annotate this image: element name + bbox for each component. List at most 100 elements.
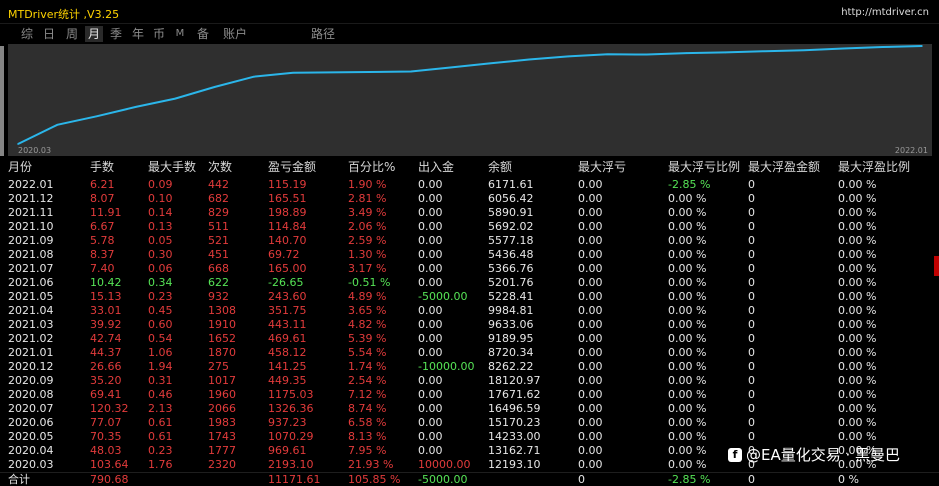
table-row[interactable]: 2021.06 10.42 0.34 622 -26.65 -0.51 % 0.00 5201…: [0, 276, 939, 290]
table-cell: 114.84: [268, 220, 307, 233]
table-cell: 0.00: [418, 430, 443, 443]
table-cell: 0.00 %: [668, 276, 707, 289]
table-cell: 1.74 %: [348, 360, 387, 373]
table-cell: 0.00 %: [668, 248, 707, 261]
table-cell: 0.00 %: [668, 206, 707, 219]
tab-6[interactable]: 币: [150, 26, 168, 42]
column-header[interactable]: 出入金: [418, 160, 454, 174]
table-row[interactable]: 2021.01 44.37 1.06 1870 458.12 5.54 % 0.00 8720…: [0, 346, 939, 360]
table-cell: 622: [208, 276, 229, 289]
column-header[interactable]: 最大浮亏比例: [668, 160, 740, 174]
table-cell: 10000.00: [418, 458, 471, 471]
table-cell: 8.07: [90, 192, 115, 205]
column-header[interactable]: 次数: [208, 160, 232, 174]
table-row[interactable]: 2021.05 15.13 0.23 932 243.60 4.89 % -5000.00 5…: [0, 290, 939, 304]
table-row[interactable]: 2020.12 26.66 1.94 275 141.25 1.74 % -10000.00…: [0, 360, 939, 374]
tab-4[interactable]: 季: [107, 26, 125, 42]
equity-series-line: [17, 45, 923, 145]
column-header[interactable]: 盈亏金额: [268, 160, 316, 174]
table-cell: 2.13: [148, 402, 173, 415]
table-row[interactable]: 2021.04 33.01 0.45 1308 351.75 3.65 % 0.00 9984…: [0, 304, 939, 318]
table-cell: 0.23: [148, 444, 173, 457]
table-cell: 165.00: [268, 262, 307, 275]
table-row[interactable]: 2021.03 39.92 0.60 1910 443.11 4.82 % 0.00 9633…: [0, 318, 939, 332]
table-row[interactable]: 2020.07 120.32 2.13 2066 1326.36 8.74 % 0.00 16…: [0, 402, 939, 416]
table-cell: 39.92: [90, 318, 122, 331]
column-header[interactable]: 百分比%: [348, 160, 395, 174]
tab-9[interactable]: 账户: [218, 26, 252, 42]
facebook-icon: f: [728, 447, 742, 462]
table-cell: 351.75: [268, 304, 307, 317]
table-cell: 1910: [208, 318, 236, 331]
table-row[interactable]: 2021.07 7.40 0.06 668 165.00 3.17 % 0.00 5366.7…: [0, 262, 939, 276]
tab-7[interactable]: M: [174, 26, 186, 42]
table-row[interactable]: 2021.02 42.74 0.54 1652 469.61 5.39 % 0.00 9189…: [0, 332, 939, 346]
table-cell: 0.00 %: [838, 206, 877, 219]
table-row[interactable]: 2021.12 8.07 0.10 682 165.51 2.81 % 0.00 6056.4…: [0, 192, 939, 206]
x-end-label: 2022.01: [895, 146, 928, 155]
equity-point-13: [606, 53, 609, 56]
table-row[interactable]: 2020.05 70.35 0.61 1743 1070.29 8.13 % 0.00 142…: [0, 430, 939, 444]
table-row[interactable]: 2020.09 35.20 0.31 1017 449.35 2.54 % 0.00 1812…: [0, 374, 939, 388]
table-cell: 21.93 %: [348, 458, 394, 471]
table-cell: 0.00: [578, 178, 603, 191]
table-cell: 0.00: [578, 416, 603, 429]
tab-2[interactable]: 周: [63, 26, 81, 42]
table-cell: 0.00 %: [838, 290, 877, 303]
table-cell: 1652: [208, 332, 236, 345]
table-cell: 0.00 %: [668, 388, 707, 401]
table-cell: -10000.00: [418, 360, 475, 373]
tab-5[interactable]: 年: [129, 26, 147, 42]
table-cell: 0.00 %: [838, 262, 877, 275]
table-cell: 6171.61: [488, 178, 534, 191]
table-row[interactable]: 2021.09 5.78 0.05 521 140.70 2.59 % 0.00 5577.1…: [0, 234, 939, 248]
table-cell: 42.74: [90, 332, 122, 345]
table-cell: 0.00: [418, 220, 443, 233]
table-row[interactable]: 2021.08 8.37 0.30 451 69.72 1.30 % 0.00 5436.48…: [0, 248, 939, 262]
table-cell: 0.00: [578, 290, 603, 303]
column-header[interactable]: 手数: [90, 160, 114, 174]
website-link[interactable]: http://mtdriver.cn: [841, 7, 929, 18]
tab-0[interactable]: 综: [18, 26, 36, 42]
table-cell: 165.51: [268, 192, 307, 205]
table-cell: 2066: [208, 402, 236, 415]
table-cell: 0.00: [578, 318, 603, 331]
title-bar: MTDriver统计 ,V3.25 http://mtdriver.cn: [0, 0, 939, 24]
table-row[interactable]: 2021.10 6.67 0.13 511 114.84 2.06 % 0.00 5692.0…: [0, 220, 939, 234]
tab-8[interactable]: 备: [194, 26, 212, 42]
tab-1[interactable]: 日: [40, 26, 58, 42]
column-header[interactable]: 最大浮盈金额: [748, 160, 820, 174]
table-row[interactable]: 2020.08 69.41 0.46 1960 1175.03 7.12 % 0.00 176…: [0, 388, 939, 402]
equity-point-14: [646, 53, 648, 56]
total-cell: -5000.00: [418, 473, 468, 486]
table-cell: 0: [748, 374, 755, 387]
table-cell: 2021.09: [8, 234, 54, 247]
column-header[interactable]: 最大浮盈比例: [838, 160, 910, 174]
tab-10[interactable]: 路径: [306, 26, 340, 42]
table-cell: 0.00 %: [838, 402, 877, 415]
table-cell: 5.39 %: [348, 332, 387, 345]
column-header[interactable]: 月份: [8, 160, 32, 174]
table-cell: 0.00 %: [668, 234, 707, 247]
table-row[interactable]: 2020.06 77.07 0.61 1983 937.23 6.58 % 0.00 1517…: [0, 416, 939, 430]
column-header[interactable]: 最大手数: [148, 160, 196, 174]
table-cell: 0.00 %: [668, 402, 707, 415]
table-cell: 2020.08: [8, 388, 54, 401]
table-cell: 15170.23: [488, 416, 541, 429]
table-cell: 0.00: [418, 346, 443, 359]
table-cell: 8.13 %: [348, 430, 387, 443]
table-row[interactable]: 2022.01 6.21 0.09 442 115.19 1.90 % 0.00 6171.6…: [0, 178, 939, 192]
table-cell: 0.00: [418, 402, 443, 415]
table-cell: 443.11: [268, 318, 307, 331]
table-cell: 0.00: [578, 374, 603, 387]
table-cell: 1743: [208, 430, 236, 443]
tab-3[interactable]: 月: [85, 26, 103, 42]
table-row[interactable]: 2021.11 11.91 0.14 829 198.89 3.49 % 0.00 5890.…: [0, 206, 939, 220]
table-cell: 0: [748, 192, 755, 205]
table-cell: 69.72: [268, 248, 300, 261]
column-header[interactable]: 最大浮亏: [578, 160, 626, 174]
column-header[interactable]: 余额: [488, 160, 512, 174]
table-cell: 5692.02: [488, 220, 534, 233]
table-cell: 0.00: [578, 304, 603, 317]
table-cell: 2.81 %: [348, 192, 387, 205]
